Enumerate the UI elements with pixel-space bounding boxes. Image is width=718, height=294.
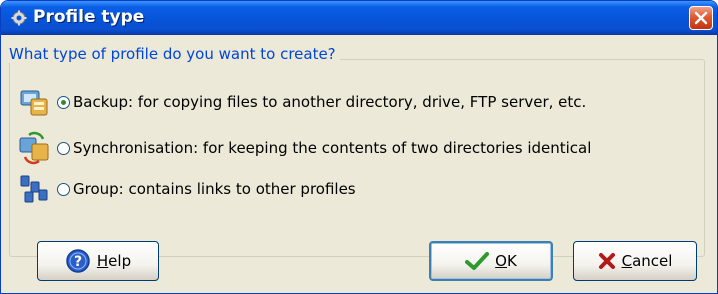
app-gear-icon	[11, 10, 27, 26]
profile-type-dialog: Profile type What type of profile do you…	[0, 0, 718, 294]
cancel-x-icon	[598, 253, 615, 269]
option-label: Synchronisation: for keeping the content…	[73, 139, 592, 157]
option-label: Group: contains links to other profiles	[73, 180, 356, 198]
dialog-body: What type of profile do you want to crea…	[3, 35, 715, 291]
title-bar[interactable]: Profile type	[1, 1, 717, 35]
radio-group[interactable]	[57, 182, 70, 196]
check-icon	[465, 252, 490, 270]
group-legend: What type of profile do you want to crea…	[7, 45, 340, 63]
sync-icon	[19, 131, 49, 165]
window-title: Profile type	[33, 7, 145, 27]
svg-text:?: ?	[74, 254, 82, 270]
help-icon: ?	[66, 249, 90, 273]
radio-backup[interactable]	[57, 95, 70, 109]
close-button[interactable]	[689, 6, 713, 30]
radio-synchronisation[interactable]	[57, 141, 70, 155]
option-label: Backup: for copying files to another dir…	[73, 93, 587, 111]
backup-icon	[20, 90, 48, 116]
option-synchronisation[interactable]: Synchronisation: for keeping the content…	[17, 131, 591, 165]
ok-label: OK	[495, 252, 517, 270]
option-group[interactable]: Group: contains links to other profiles	[17, 172, 356, 206]
close-icon	[694, 11, 708, 25]
ok-button[interactable]: OK	[429, 241, 553, 281]
cancel-label: Cancel	[621, 252, 673, 270]
cancel-button[interactable]: Cancel	[573, 241, 697, 281]
group-icon	[20, 175, 48, 203]
help-label: Help	[96, 252, 132, 270]
option-backup[interactable]: Backup: for copying files to another dir…	[17, 85, 586, 119]
help-button[interactable]: ? Help	[37, 241, 159, 281]
